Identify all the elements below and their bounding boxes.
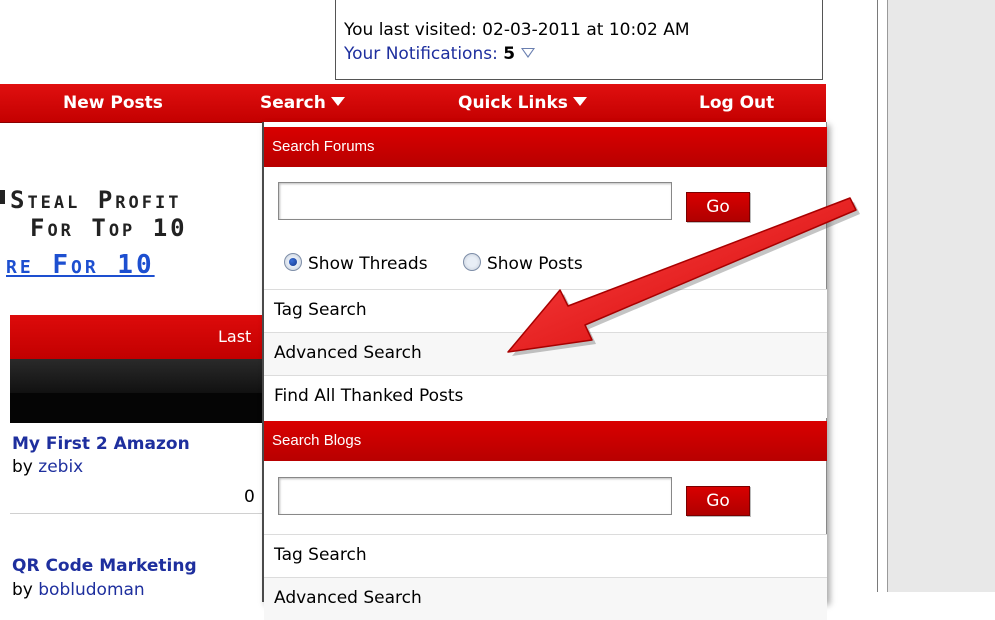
menu-item-label[interactable]: Find All Thanked Posts: [274, 386, 463, 406]
nav-quick-links[interactable]: Quick Links: [458, 93, 587, 113]
show-threads-label[interactable]: Show Threads: [308, 254, 428, 274]
show-threads-option[interactable]: Show Threads: [284, 253, 428, 274]
ad-line-1: Steal Profit: [10, 186, 182, 214]
radio-unselected-icon[interactable]: [462, 253, 481, 271]
menu-item-label[interactable]: Advanced Search: [274, 343, 422, 363]
nav-search-label[interactable]: Search: [260, 93, 326, 113]
main-navbar: New Posts Search Quick Links Log Out: [0, 84, 826, 123]
nav-search[interactable]: Search: [260, 93, 345, 113]
search-blogs-header-label: Search Blogs: [272, 432, 362, 449]
ad-line-2: For Top 10: [30, 214, 188, 242]
menu-item-blog-tag-search[interactable]: Tag Search: [264, 534, 827, 577]
window-gutter: [888, 0, 995, 592]
thread-reply-count: 0: [244, 487, 255, 507]
annotation-arrow-icon: [507, 197, 860, 356]
notifications-label[interactable]: Your Notifications:: [344, 44, 498, 64]
thread-table-subheader-2: [10, 393, 270, 423]
nav-new-posts-label[interactable]: New Posts: [63, 93, 163, 113]
search-forums-header-label: Search Forums: [272, 138, 375, 155]
menu-item-label[interactable]: Tag Search: [274, 300, 367, 320]
search-forums-header: Search Forums: [264, 127, 827, 167]
menu-item-find-thanked-posts[interactable]: Find All Thanked Posts: [264, 375, 827, 418]
nav-log-out[interactable]: Log Out: [699, 93, 774, 113]
column-header-last-post[interactable]: Last: [218, 327, 251, 346]
notifications-dropdown-icon[interactable]: [521, 48, 536, 58]
thread-author: by bobludoman: [12, 580, 145, 600]
chevron-down-icon[interactable]: [572, 97, 587, 106]
thread-author: by zebix: [12, 457, 83, 477]
radio-selected-icon[interactable]: [284, 253, 302, 271]
nav-quick-links-label[interactable]: Quick Links: [458, 93, 568, 113]
ad-bullet: [0, 190, 5, 204]
page-border: [877, 0, 888, 592]
menu-item-blog-advanced-search[interactable]: Advanced Search: [264, 577, 827, 620]
chevron-down-icon[interactable]: [330, 97, 345, 106]
nav-new-posts[interactable]: New Posts: [63, 93, 163, 113]
thread-table-subheader: [10, 359, 270, 393]
menu-item-label[interactable]: Advanced Search: [274, 588, 422, 608]
thread-title-link[interactable]: My First 2 Amazon: [12, 434, 190, 454]
last-visited-text: You last visited: 02-03-2011 at 10:02 AM: [344, 20, 690, 40]
row-divider: [10, 513, 270, 514]
search-blogs-go-button[interactable]: Go: [686, 486, 750, 516]
search-blogs-header: Search Blogs: [264, 421, 827, 461]
ad-link[interactable]: re For 10: [6, 250, 155, 280]
menu-item-label[interactable]: Tag Search: [274, 545, 367, 565]
by-label: by: [12, 457, 33, 477]
search-blogs-input[interactable]: [278, 477, 672, 515]
thread-title-link[interactable]: QR Code Marketing: [12, 556, 197, 576]
nav-log-out-label[interactable]: Log Out: [699, 93, 774, 113]
author-link[interactable]: bobludoman: [38, 580, 144, 600]
notifications-link[interactable]: Your Notifications: 5: [344, 44, 536, 64]
author-link[interactable]: zebix: [38, 457, 83, 477]
welcome-box: [335, 0, 823, 80]
by-label: by: [12, 580, 33, 600]
notifications-count: 5: [503, 44, 516, 64]
